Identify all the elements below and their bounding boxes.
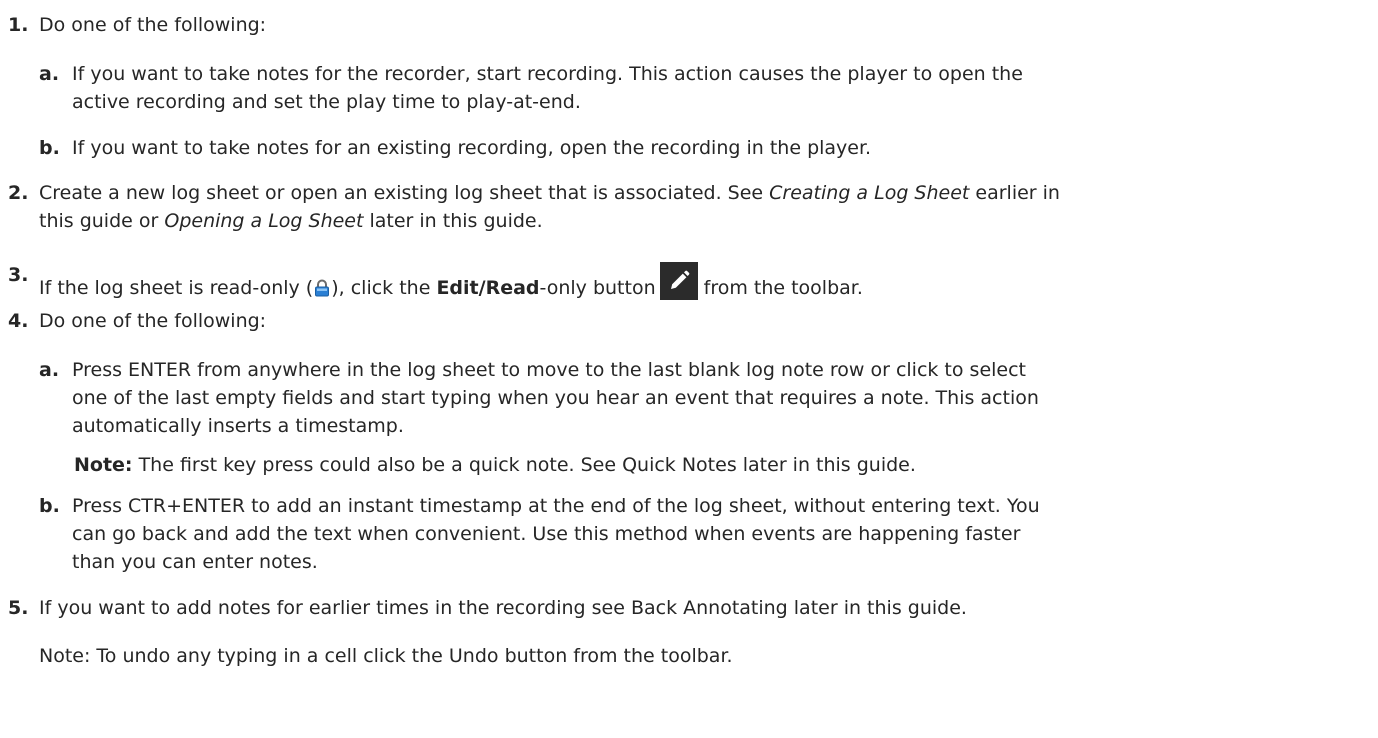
- cross-reference: Creating a Log Sheet: [769, 182, 970, 204]
- step-text-part: If the log sheet is read-only (: [39, 277, 314, 299]
- document-page: 1. Do one of the following: a. If you wa…: [0, 0, 1378, 738]
- note-label: Note:: [74, 454, 133, 476]
- note-text: The first key press could also be a quic…: [132, 454, 916, 476]
- step-text-part: earlier in: [969, 182, 1060, 204]
- step-number: 2.: [8, 182, 29, 204]
- step-text: this guide or Opening a Log Sheet later …: [39, 208, 543, 235]
- lock-icon: [314, 278, 330, 297]
- step-number: 3.: [8, 264, 29, 286]
- step-number: 5.: [8, 597, 29, 619]
- substep-text: Press ENTER from anywhere in the log she…: [72, 359, 1026, 381]
- pencil-icon: [670, 270, 689, 289]
- step-text-part: from the toolbar.: [703, 277, 863, 299]
- step-text: If you want to add notes for earlier tim…: [39, 597, 967, 619]
- note-line: Note: To undo any typing in a cell click…: [39, 645, 733, 667]
- step-number: 4.: [8, 310, 29, 332]
- substep-text: can go back and add the text when conven…: [72, 523, 1021, 545]
- substep-text: one of the last empty fields and start t…: [72, 387, 1039, 409]
- substep-text: automatically inserts a timestamp.: [72, 415, 404, 437]
- step-text-part: -only button: [539, 277, 656, 299]
- button-name: Edit/Read: [436, 277, 540, 299]
- step-text-part: this guide or: [39, 210, 165, 232]
- edit-read-only-button[interactable]: [659, 262, 698, 300]
- step-text: Create a new log sheet or open an existi…: [39, 180, 1060, 207]
- substep-text: active recording and set the play time t…: [72, 91, 581, 113]
- step-text-part: Create a new log sheet or open an existi…: [39, 182, 770, 204]
- substep-text: If you want to take notes for an existin…: [72, 137, 872, 159]
- substep-letter: b.: [39, 495, 60, 517]
- step-number: 1.: [8, 14, 29, 36]
- step-text: If the log sheet is read-only ( ), click …: [39, 262, 863, 302]
- substep-letter: a.: [39, 359, 60, 381]
- note-line: Note: The first key press could also be …: [74, 452, 916, 479]
- substep-letter: a.: [39, 63, 60, 85]
- substep-text: If you want to take notes for the record…: [72, 63, 1023, 85]
- substep-text: than you can enter notes.: [72, 551, 318, 573]
- step-text: Do one of the following:: [39, 310, 267, 332]
- substep-letter: b.: [39, 137, 60, 159]
- substep-text: Press CTR+ENTER to add an instant timest…: [72, 495, 1040, 517]
- step-text-part: ), click the: [331, 277, 437, 299]
- step-text: Do one of the following:: [39, 14, 267, 36]
- step-text-part: later in this guide.: [363, 210, 543, 232]
- cross-reference: Opening a Log Sheet: [164, 210, 364, 232]
